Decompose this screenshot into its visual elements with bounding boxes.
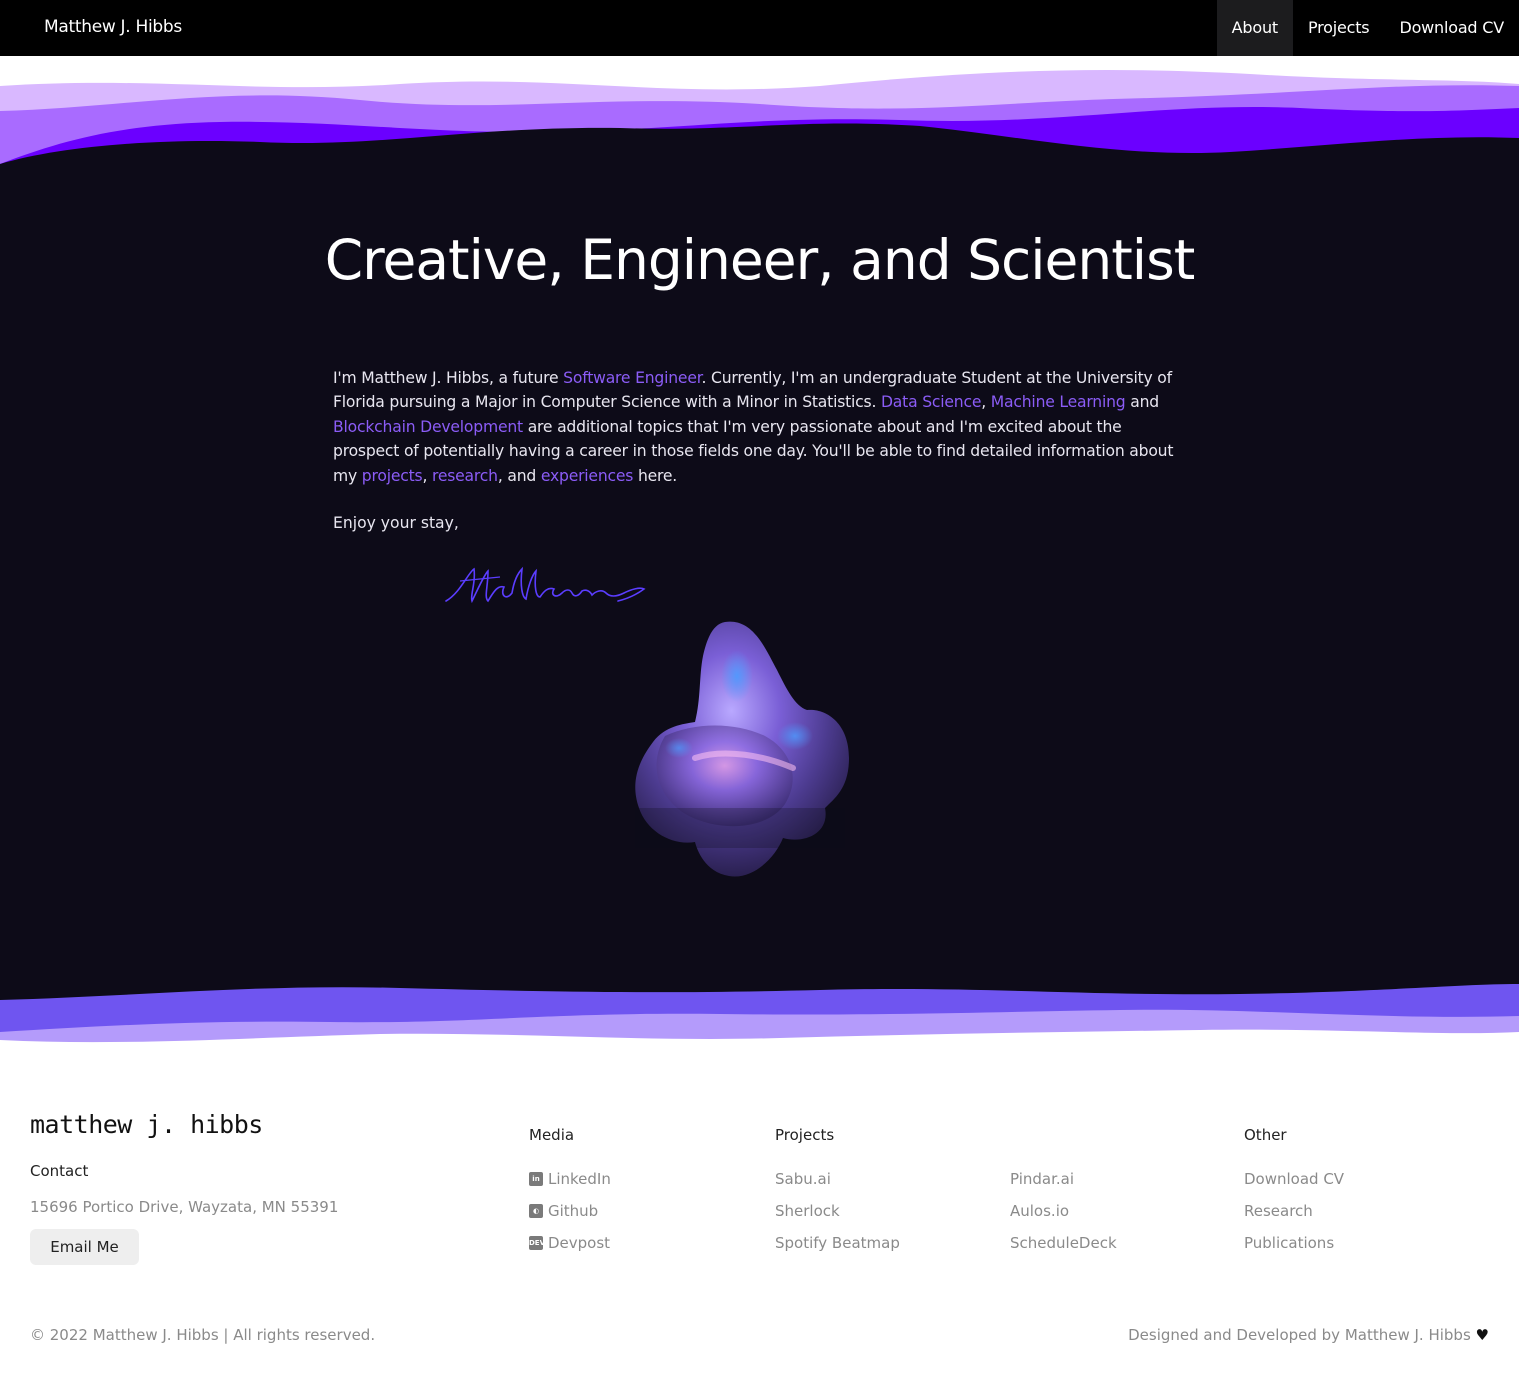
devpost-label: Devpost — [548, 1234, 611, 1252]
linkedin-label: LinkedIn — [548, 1170, 611, 1188]
project-link-scheduledeck[interactable]: ScheduleDeck — [1010, 1234, 1117, 1252]
project-link-sherlock[interactable]: Sherlock — [775, 1202, 840, 1220]
project-link-spotify-beatmap[interactable]: Spotify Beatmap — [775, 1234, 900, 1252]
project-link-aulos[interactable]: Aulos.io — [1010, 1202, 1069, 1220]
linkedin-icon: in — [529, 1172, 543, 1186]
signature-image — [445, 566, 646, 604]
contact-heading: Contact — [30, 1162, 89, 1180]
nav-download-cv[interactable]: Download CV — [1384, 0, 1519, 56]
intro-text: , — [981, 393, 991, 412]
address-text: 15696 Portico Drive, Wayzata, MN 55391 — [30, 1198, 339, 1216]
nav-projects[interactable]: Projects — [1293, 0, 1384, 56]
link-data-science[interactable]: Data Science — [881, 393, 981, 411]
intro-text: , and — [497, 466, 541, 485]
intro-paragraph: I'm Matthew J. Hibbs, a future Software … — [333, 366, 1183, 488]
footer-download-cv-link[interactable]: Download CV — [1244, 1170, 1344, 1188]
hero-section: Creative, Engineer, and Scientist I'm Ma… — [0, 56, 1519, 1046]
link-projects[interactable]: projects — [362, 467, 423, 485]
other-heading: Other — [1244, 1126, 1287, 1144]
copyright-text: © 2022 Matthew J. Hibbs | All rights res… — [30, 1326, 376, 1344]
3d-blob-graphic — [635, 621, 849, 877]
footer-research-link[interactable]: Research — [1244, 1202, 1313, 1220]
github-link[interactable]: ◐ Github — [529, 1202, 598, 1220]
footer: matthew j. hibbs Contact 15696 Portico D… — [0, 1046, 1519, 1383]
credit-label: Designed and Developed by Matthew J. Hib… — [1128, 1326, 1471, 1344]
link-software-engineer[interactable]: Software Engineer — [563, 369, 702, 387]
nav-links: About Projects Download CV — [1216, 0, 1519, 56]
link-blockchain-development[interactable]: Blockchain Development — [333, 418, 523, 436]
link-research[interactable]: research — [432, 467, 498, 485]
media-heading: Media — [529, 1126, 575, 1144]
top-wave-decoration — [0, 56, 1519, 168]
closing-text: Enjoy your stay, — [333, 514, 459, 532]
project-link-sabu[interactable]: Sabu.ai — [775, 1170, 831, 1188]
devpost-icon: DEV — [529, 1236, 545, 1250]
intro-text: , — [422, 466, 432, 485]
bottom-wave-decoration — [0, 976, 1519, 1046]
navbar: Matthew J. Hibbs About Projects Download… — [0, 0, 1519, 56]
page-title: Creative, Engineer, and Scientist — [324, 228, 1196, 292]
linkedin-link[interactable]: in LinkedIn — [529, 1170, 611, 1188]
projects-heading: Projects — [775, 1126, 835, 1144]
github-icon: ◐ — [529, 1204, 543, 1218]
email-me-button[interactable]: Email Me — [30, 1229, 139, 1265]
brand-link[interactable]: Matthew J. Hibbs — [44, 17, 182, 37]
devpost-link[interactable]: DEV Devpost — [529, 1234, 610, 1252]
heart-icon: ♥ — [1475, 1326, 1489, 1344]
intro-text: and — [1125, 393, 1159, 412]
nav-about[interactable]: About — [1216, 0, 1293, 56]
link-machine-learning[interactable]: Machine Learning — [991, 393, 1126, 411]
intro-text: I'm Matthew J. Hibbs, a future — [333, 369, 564, 387]
project-link-pindar[interactable]: Pindar.ai — [1010, 1170, 1074, 1188]
link-experiences[interactable]: experiences — [541, 467, 634, 485]
footer-publications-link[interactable]: Publications — [1244, 1234, 1334, 1252]
intro-text: here. — [633, 466, 678, 485]
footer-logo: matthew j. hibbs — [30, 1110, 263, 1139]
github-label: Github — [548, 1202, 599, 1220]
credit-text: Designed and Developed by Matthew J. Hib… — [1128, 1326, 1489, 1344]
